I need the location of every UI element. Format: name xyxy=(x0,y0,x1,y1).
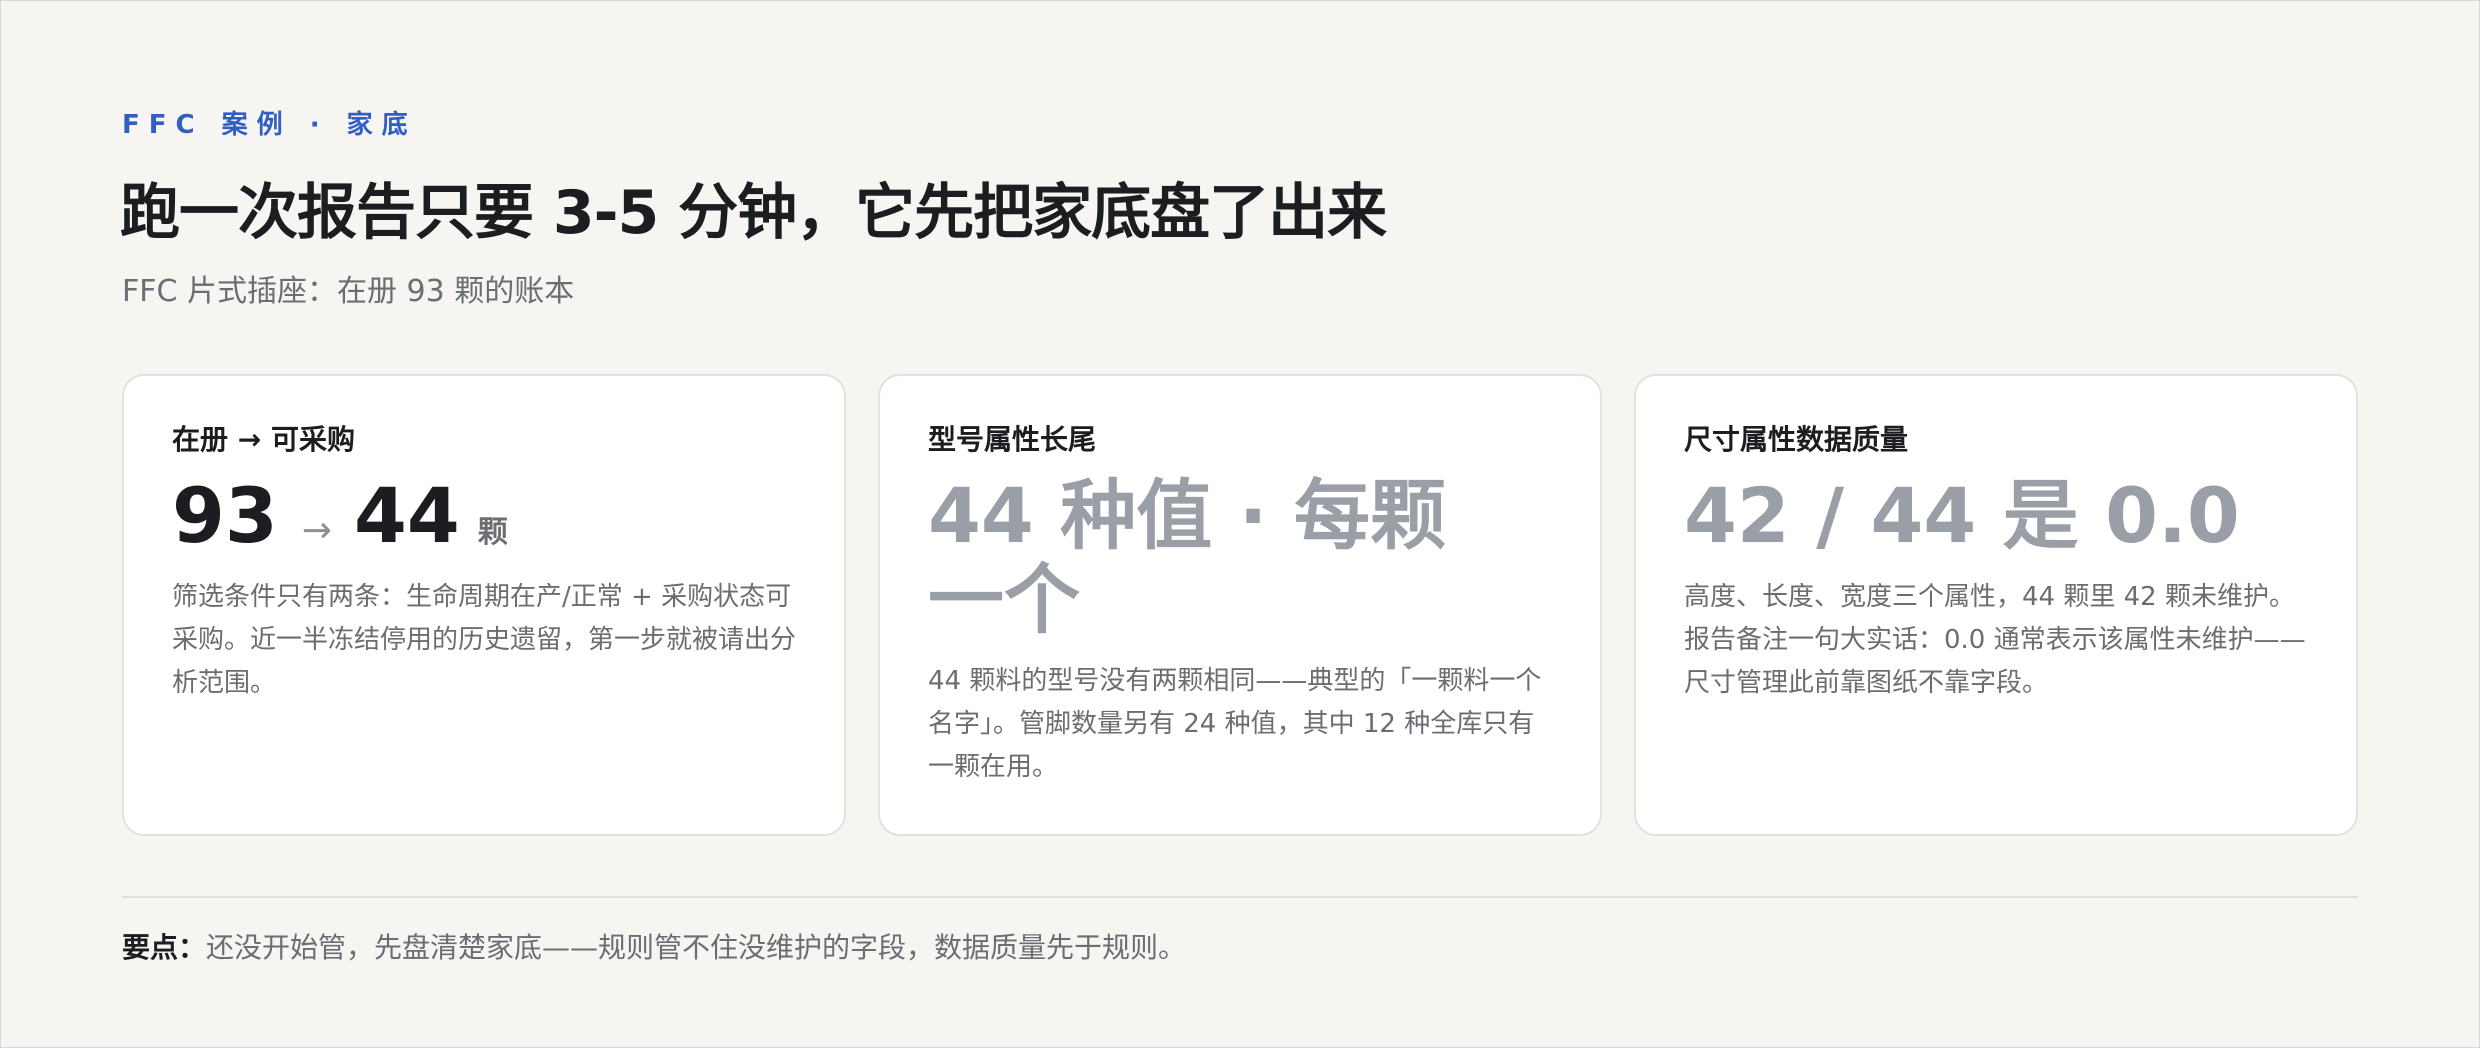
stat-cards: 在册 → 可采购 93 → 44 颗 筛选条件只有两条：生命周期在产/正常 + … xyxy=(122,374,2358,836)
page-title: 跑一次报告只要 3-5 分钟，它先把家底盘了出来 xyxy=(120,178,1387,248)
stat-card-dimension-data-quality: 尺寸属性数据质量 42 / 44 是 0.0 高度、长度、宽度三个属性，44 颗… xyxy=(1634,374,2358,836)
stat-card-registered-to-purchasable: 在册 → 可采购 93 → 44 颗 筛选条件只有两条：生命周期在产/正常 + … xyxy=(122,374,846,836)
card-value: 44 种值 · 每颗一个 xyxy=(928,471,1447,644)
card-value: 42 / 44 是 0.0 xyxy=(1684,471,2240,560)
card-title: 尺寸属性数据质量 xyxy=(1684,423,1909,456)
card-title: 型号属性长尾 xyxy=(928,423,1097,456)
registered-count: 93 xyxy=(172,471,278,560)
card-title: 在册 → 可采购 xyxy=(172,423,355,456)
section-eyebrow: FFC 案例 · 家底 xyxy=(122,110,417,140)
card-description: 44 颗料的型号没有两颗相同——典型的「一颗料一个名字」。管脚数量另有 24 种… xyxy=(928,666,1542,782)
stat-card-model-attribute-long-tail: 型号属性长尾 44 种值 · 每颗一个 44 颗料的型号没有两颗相同——典型的「… xyxy=(878,374,1602,836)
key-takeaway-label: 要点： xyxy=(122,931,207,964)
count-transition: 93 → 44 颗 xyxy=(172,474,796,558)
page-subtitle: FFC 片式插座：在册 93 颗的账本 xyxy=(122,274,575,309)
key-takeaway: 要点：还没开始管，先盘清楚家底——规则管不住没维护的字段，数据质量先于规则。 xyxy=(122,926,1186,966)
purchasable-count: 44 xyxy=(353,471,460,560)
key-takeaway-text: 还没开始管，先盘清楚家底——规则管不住没维护的字段，数据质量先于规则。 xyxy=(206,931,1187,964)
divider xyxy=(122,896,2358,898)
arrow-right-icon: → xyxy=(301,510,332,551)
count-unit: 颗 xyxy=(477,515,508,550)
card-description: 筛选条件只有两条：生命周期在产/正常 + 采购状态可采购。近一半冻结停用的历史遗… xyxy=(172,582,797,698)
card-description: 高度、长度、宽度三个属性，44 颗里 42 颗未维护。报告备注一句大实话：0.0… xyxy=(1684,582,2306,698)
